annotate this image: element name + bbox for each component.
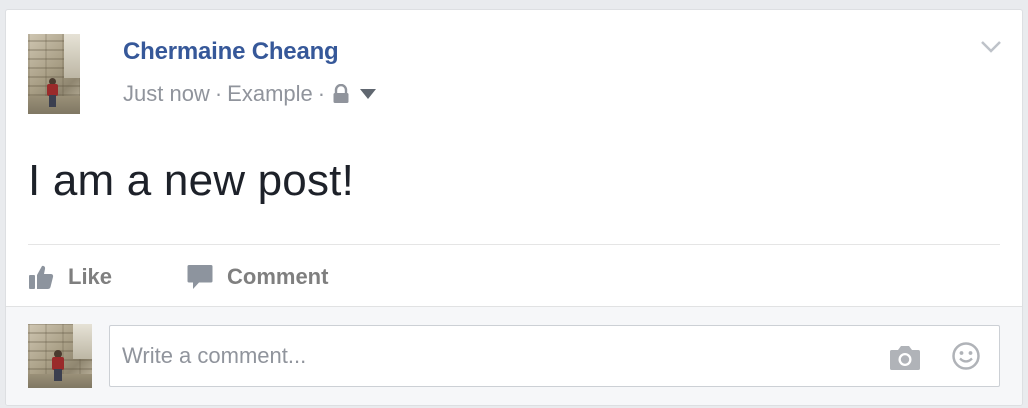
comment-input[interactable] [122, 326, 862, 386]
lock-icon [333, 84, 349, 103]
post-meta: Just now · Example · [123, 81, 377, 107]
caret-down-icon[interactable] [360, 89, 377, 99]
author-name-link[interactable]: Chermaine Cheang [123, 38, 339, 66]
chevron-down-icon[interactable] [980, 40, 1002, 54]
actions-divider [28, 244, 1000, 245]
meta-separator: · [317, 81, 326, 106]
comment-label: Comment [227, 264, 329, 289]
post-timestamp[interactable]: Just now [123, 81, 210, 107]
post-audience-label[interactable]: Example [227, 81, 313, 107]
camera-icon[interactable] [889, 343, 921, 371]
commenter-avatar[interactable] [28, 324, 92, 388]
speech-bubble-icon [187, 265, 213, 289]
author-avatar[interactable] [28, 34, 80, 114]
post-text: I am a new post! [28, 156, 355, 205]
comment-button[interactable]: Comment [187, 260, 328, 294]
post-card: Chermaine Cheang Just now · Example · I … [5, 9, 1023, 406]
thumbs-up-icon [29, 265, 54, 289]
smiley-icon[interactable] [951, 341, 981, 371]
like-label: Like [68, 264, 113, 289]
meta-separator: · [214, 81, 223, 106]
comment-input-box[interactable] [109, 325, 1000, 387]
like-button[interactable]: Like [28, 260, 112, 294]
